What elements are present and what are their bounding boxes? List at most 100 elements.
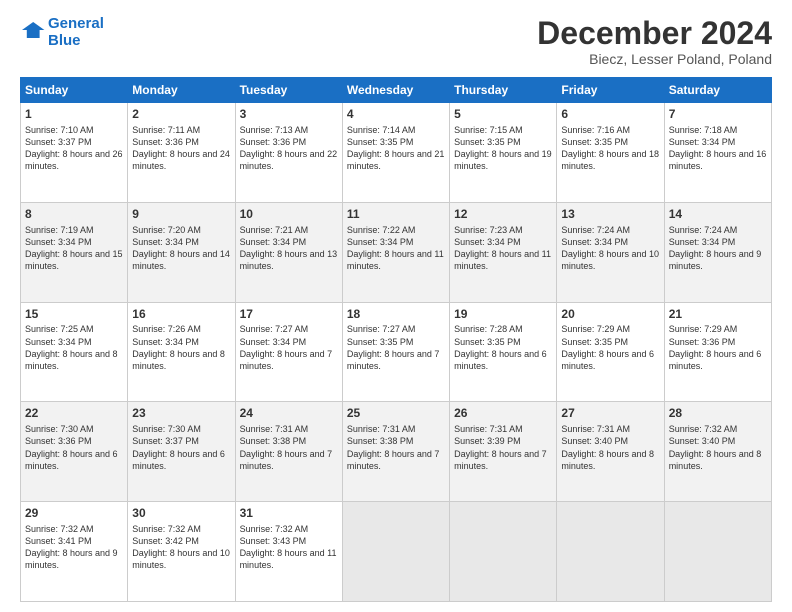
- logo: General Blue: [20, 16, 104, 49]
- calendar-header-friday: Friday: [557, 78, 664, 103]
- subtitle: Biecz, Lesser Poland, Poland: [537, 51, 772, 67]
- calendar-cell: 12Sunrise: 7:23 AMSunset: 3:34 PMDayligh…: [450, 202, 557, 302]
- calendar-cell: [342, 502, 449, 602]
- calendar-cell: 13Sunrise: 7:24 AMSunset: 3:34 PMDayligh…: [557, 202, 664, 302]
- day-info: Sunrise: 7:21 AMSunset: 3:34 PMDaylight:…: [240, 224, 338, 273]
- day-number: 14: [669, 206, 767, 223]
- title-block: December 2024 Biecz, Lesser Poland, Pola…: [537, 16, 772, 67]
- calendar-header-thursday: Thursday: [450, 78, 557, 103]
- day-info: Sunrise: 7:29 AMSunset: 3:36 PMDaylight:…: [669, 323, 767, 372]
- day-number: 21: [669, 306, 767, 323]
- day-number: 18: [347, 306, 445, 323]
- calendar-cell: 14Sunrise: 7:24 AMSunset: 3:34 PMDayligh…: [664, 202, 771, 302]
- day-info: Sunrise: 7:30 AMSunset: 3:37 PMDaylight:…: [132, 423, 230, 472]
- calendar-cell: 26Sunrise: 7:31 AMSunset: 3:39 PMDayligh…: [450, 402, 557, 502]
- day-info: Sunrise: 7:20 AMSunset: 3:34 PMDaylight:…: [132, 224, 230, 273]
- calendar-header-sunday: Sunday: [21, 78, 128, 103]
- day-number: 2: [132, 106, 230, 123]
- day-info: Sunrise: 7:30 AMSunset: 3:36 PMDaylight:…: [25, 423, 123, 472]
- main-title: December 2024: [537, 16, 772, 51]
- day-info: Sunrise: 7:31 AMSunset: 3:38 PMDaylight:…: [240, 423, 338, 472]
- day-info: Sunrise: 7:31 AMSunset: 3:38 PMDaylight:…: [347, 423, 445, 472]
- day-number: 5: [454, 106, 552, 123]
- day-info: Sunrise: 7:29 AMSunset: 3:35 PMDaylight:…: [561, 323, 659, 372]
- day-info: Sunrise: 7:23 AMSunset: 3:34 PMDaylight:…: [454, 224, 552, 273]
- day-number: 27: [561, 405, 659, 422]
- day-info: Sunrise: 7:13 AMSunset: 3:36 PMDaylight:…: [240, 124, 338, 173]
- calendar-header-row: SundayMondayTuesdayWednesdayThursdayFrid…: [21, 78, 772, 103]
- calendar-header-wednesday: Wednesday: [342, 78, 449, 103]
- day-info: Sunrise: 7:27 AMSunset: 3:34 PMDaylight:…: [240, 323, 338, 372]
- calendar-week-4: 22Sunrise: 7:30 AMSunset: 3:36 PMDayligh…: [21, 402, 772, 502]
- calendar-cell: 23Sunrise: 7:30 AMSunset: 3:37 PMDayligh…: [128, 402, 235, 502]
- calendar-cell: 30Sunrise: 7:32 AMSunset: 3:42 PMDayligh…: [128, 502, 235, 602]
- calendar-cell: 8Sunrise: 7:19 AMSunset: 3:34 PMDaylight…: [21, 202, 128, 302]
- calendar-cell: 18Sunrise: 7:27 AMSunset: 3:35 PMDayligh…: [342, 302, 449, 402]
- calendar-cell: 9Sunrise: 7:20 AMSunset: 3:34 PMDaylight…: [128, 202, 235, 302]
- day-number: 3: [240, 106, 338, 123]
- logo-blue: Blue: [48, 33, 104, 50]
- calendar-cell: 3Sunrise: 7:13 AMSunset: 3:36 PMDaylight…: [235, 103, 342, 203]
- day-info: Sunrise: 7:10 AMSunset: 3:37 PMDaylight:…: [25, 124, 123, 173]
- header: General Blue December 2024 Biecz, Lesser…: [20, 16, 772, 67]
- day-number: 9: [132, 206, 230, 223]
- day-number: 11: [347, 206, 445, 223]
- day-number: 4: [347, 106, 445, 123]
- day-number: 7: [669, 106, 767, 123]
- day-info: Sunrise: 7:31 AMSunset: 3:39 PMDaylight:…: [454, 423, 552, 472]
- day-number: 17: [240, 306, 338, 323]
- day-info: Sunrise: 7:32 AMSunset: 3:42 PMDaylight:…: [132, 523, 230, 572]
- day-info: Sunrise: 7:32 AMSunset: 3:43 PMDaylight:…: [240, 523, 338, 572]
- day-info: Sunrise: 7:26 AMSunset: 3:34 PMDaylight:…: [132, 323, 230, 372]
- day-number: 25: [347, 405, 445, 422]
- day-number: 15: [25, 306, 123, 323]
- calendar-cell: 4Sunrise: 7:14 AMSunset: 3:35 PMDaylight…: [342, 103, 449, 203]
- calendar-cell: 10Sunrise: 7:21 AMSunset: 3:34 PMDayligh…: [235, 202, 342, 302]
- logo-icon: [22, 20, 46, 40]
- calendar-header-saturday: Saturday: [664, 78, 771, 103]
- day-number: 22: [25, 405, 123, 422]
- day-number: 28: [669, 405, 767, 422]
- calendar-cell: [450, 502, 557, 602]
- day-info: Sunrise: 7:27 AMSunset: 3:35 PMDaylight:…: [347, 323, 445, 372]
- day-number: 10: [240, 206, 338, 223]
- calendar-cell: 22Sunrise: 7:30 AMSunset: 3:36 PMDayligh…: [21, 402, 128, 502]
- calendar-table: SundayMondayTuesdayWednesdayThursdayFrid…: [20, 77, 772, 602]
- day-info: Sunrise: 7:15 AMSunset: 3:35 PMDaylight:…: [454, 124, 552, 173]
- day-number: 8: [25, 206, 123, 223]
- day-number: 16: [132, 306, 230, 323]
- page: General Blue December 2024 Biecz, Lesser…: [0, 0, 792, 612]
- day-info: Sunrise: 7:14 AMSunset: 3:35 PMDaylight:…: [347, 124, 445, 173]
- calendar-cell: 21Sunrise: 7:29 AMSunset: 3:36 PMDayligh…: [664, 302, 771, 402]
- day-info: Sunrise: 7:19 AMSunset: 3:34 PMDaylight:…: [25, 224, 123, 273]
- calendar-cell: 24Sunrise: 7:31 AMSunset: 3:38 PMDayligh…: [235, 402, 342, 502]
- calendar-week-5: 29Sunrise: 7:32 AMSunset: 3:41 PMDayligh…: [21, 502, 772, 602]
- day-number: 20: [561, 306, 659, 323]
- calendar-cell: 31Sunrise: 7:32 AMSunset: 3:43 PMDayligh…: [235, 502, 342, 602]
- day-number: 1: [25, 106, 123, 123]
- calendar-cell: 1Sunrise: 7:10 AMSunset: 3:37 PMDaylight…: [21, 103, 128, 203]
- calendar-cell: [557, 502, 664, 602]
- day-number: 24: [240, 405, 338, 422]
- calendar-cell: 2Sunrise: 7:11 AMSunset: 3:36 PMDaylight…: [128, 103, 235, 203]
- calendar-cell: 17Sunrise: 7:27 AMSunset: 3:34 PMDayligh…: [235, 302, 342, 402]
- calendar-body: 1Sunrise: 7:10 AMSunset: 3:37 PMDaylight…: [21, 103, 772, 602]
- calendar-cell: 25Sunrise: 7:31 AMSunset: 3:38 PMDayligh…: [342, 402, 449, 502]
- day-info: Sunrise: 7:22 AMSunset: 3:34 PMDaylight:…: [347, 224, 445, 273]
- calendar-cell: 15Sunrise: 7:25 AMSunset: 3:34 PMDayligh…: [21, 302, 128, 402]
- day-number: 12: [454, 206, 552, 223]
- day-info: Sunrise: 7:24 AMSunset: 3:34 PMDaylight:…: [669, 224, 767, 273]
- calendar-cell: 20Sunrise: 7:29 AMSunset: 3:35 PMDayligh…: [557, 302, 664, 402]
- day-info: Sunrise: 7:32 AMSunset: 3:40 PMDaylight:…: [669, 423, 767, 472]
- day-number: 31: [240, 505, 338, 522]
- calendar-week-2: 8Sunrise: 7:19 AMSunset: 3:34 PMDaylight…: [21, 202, 772, 302]
- calendar-header-tuesday: Tuesday: [235, 78, 342, 103]
- calendar-cell: 11Sunrise: 7:22 AMSunset: 3:34 PMDayligh…: [342, 202, 449, 302]
- calendar-week-3: 15Sunrise: 7:25 AMSunset: 3:34 PMDayligh…: [21, 302, 772, 402]
- day-info: Sunrise: 7:16 AMSunset: 3:35 PMDaylight:…: [561, 124, 659, 173]
- calendar-cell: 7Sunrise: 7:18 AMSunset: 3:34 PMDaylight…: [664, 103, 771, 203]
- day-number: 19: [454, 306, 552, 323]
- day-number: 29: [25, 505, 123, 522]
- day-info: Sunrise: 7:18 AMSunset: 3:34 PMDaylight:…: [669, 124, 767, 173]
- calendar-cell: [664, 502, 771, 602]
